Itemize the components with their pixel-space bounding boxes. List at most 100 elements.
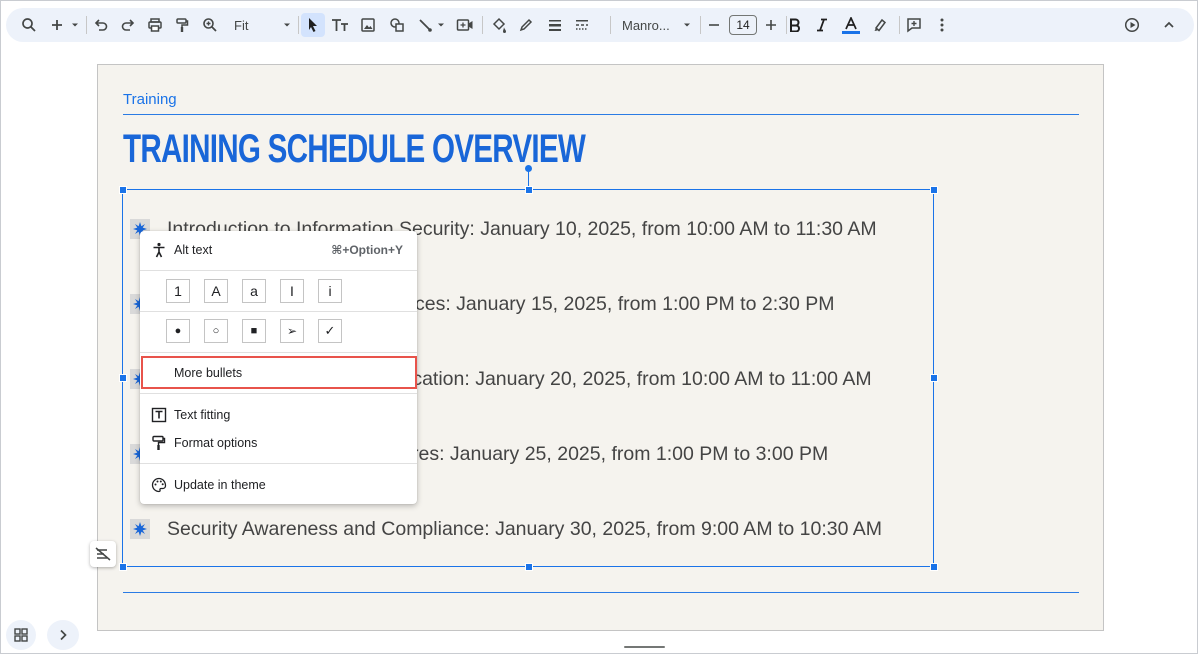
border-weight-button[interactable] <box>544 13 566 37</box>
bold-button[interactable] <box>784 13 806 37</box>
bullet-preset[interactable]: ○ <box>204 319 228 343</box>
resize-handle-top-right[interactable] <box>930 186 938 194</box>
fill-color-button[interactable] <box>488 13 510 37</box>
slide-kicker[interactable]: Training <box>123 91 177 108</box>
text-options-float-button[interactable] <box>90 541 116 567</box>
zoom-button[interactable] <box>199 13 221 37</box>
toolbar-separator <box>700 16 701 34</box>
rotate-handle[interactable] <box>525 165 532 172</box>
toolbar-separator <box>610 16 611 34</box>
print-button[interactable] <box>144 13 166 37</box>
slideshow-button[interactable] <box>1121 13 1143 37</box>
resize-handle-bottom-right[interactable] <box>930 563 938 571</box>
bullet-preset[interactable]: ✓ <box>318 319 342 343</box>
font-size-value: 14 <box>736 18 750 32</box>
strikethrough-text-icon <box>95 547 111 561</box>
menu-separator <box>140 352 417 353</box>
insert-video-button[interactable] <box>454 13 476 37</box>
font-family-select[interactable]: Manro... <box>618 13 694 37</box>
text-color-button[interactable] <box>839 13 863 37</box>
undo-button[interactable] <box>90 13 112 37</box>
add-comment-button[interactable] <box>903 13 925 37</box>
plus-icon <box>52 20 62 30</box>
font-size-input[interactable]: 14 <box>729 15 757 35</box>
speaker-notes-resize-handle[interactable] <box>624 646 665 648</box>
menu-item-more-bullets[interactable]: More bullets <box>140 360 417 386</box>
menu-item-label: Text fitting <box>174 408 231 422</box>
grid-view-button[interactable] <box>6 620 36 650</box>
menu-item-label: More bullets <box>174 366 243 380</box>
numbered-preset[interactable]: a <box>242 279 266 303</box>
numbered-preset[interactable]: i <box>318 279 342 303</box>
menu-item-shortcut: ⌘+Option+Y <box>331 243 403 257</box>
italic-button[interactable] <box>811 13 833 37</box>
text-fitting-icon <box>151 407 167 423</box>
expand-filmstrip-button[interactable] <box>47 620 79 650</box>
numbered-preset[interactable]: I <box>280 279 304 303</box>
resize-handle-right[interactable] <box>930 374 938 382</box>
resize-handle-top[interactable] <box>525 186 533 194</box>
plus-icon <box>766 20 776 30</box>
new-slide-button[interactable] <box>47 13 83 37</box>
menu-item-alt-text[interactable]: Alt text ⌘+Option+Y <box>140 237 417 263</box>
menu-separator <box>140 393 417 394</box>
decrease-font-size-button[interactable] <box>704 13 724 37</box>
menu-item-format-options[interactable]: Format options <box>140 430 417 456</box>
menu-separator <box>140 311 417 312</box>
resize-handle-left[interactable] <box>119 374 127 382</box>
border-color-button[interactable] <box>515 13 537 37</box>
increase-font-size-button[interactable] <box>761 13 781 37</box>
shape-button[interactable] <box>386 13 408 37</box>
line-button[interactable] <box>414 13 450 37</box>
search-menus-button[interactable] <box>18 13 40 37</box>
highlight-color-button[interactable] <box>869 13 891 37</box>
resize-handle-bottom-left[interactable] <box>119 563 127 571</box>
resize-handle-bottom[interactable] <box>525 563 533 571</box>
caret-down-icon <box>438 23 444 27</box>
chevron-right-icon <box>60 629 67 641</box>
bullet-preset[interactable]: ■ <box>242 319 266 343</box>
print-icon <box>148 18 162 32</box>
undo-icon <box>94 19 108 31</box>
bullet-list-presets: ● ○ ■ ➢ ✓ <box>166 319 342 343</box>
zoom-select[interactable]: Fit <box>230 13 296 37</box>
italic-icon <box>817 18 827 32</box>
menu-item-update-in-theme[interactable]: Update in theme <box>140 472 417 498</box>
text-box-button[interactable] <box>329 13 351 37</box>
redo-button[interactable] <box>117 13 139 37</box>
numbered-preset[interactable]: 1 <box>166 279 190 303</box>
toolbar-separator <box>482 16 483 34</box>
menu-item-label: Update in theme <box>174 478 266 492</box>
collapse-toolbar-button[interactable] <box>1158 13 1180 37</box>
resize-handle-top-left[interactable] <box>119 186 127 194</box>
highlighter-icon <box>874 18 887 32</box>
top-rule <box>123 114 1079 115</box>
bullet-preset[interactable]: ● <box>166 319 190 343</box>
redo-icon <box>121 19 135 31</box>
menu-separator <box>140 270 417 271</box>
numbered-list-presets: 1 A a I i <box>166 279 342 303</box>
pencil-icon <box>519 18 533 32</box>
insert-image-button[interactable] <box>357 13 379 37</box>
grid-icon <box>14 628 28 642</box>
play-circle-icon <box>1124 17 1140 33</box>
border-dash-button[interactable] <box>571 13 593 37</box>
minus-icon <box>709 24 719 26</box>
paint-roller-icon <box>176 18 189 32</box>
search-icon <box>22 18 36 32</box>
bullet-preset[interactable]: ➢ <box>280 319 304 343</box>
select-tool-button[interactable] <box>301 13 325 37</box>
paint-format-button[interactable] <box>171 13 193 37</box>
more-options-button[interactable] <box>932 13 952 37</box>
menu-item-text-fitting[interactable]: Text fitting <box>140 402 417 428</box>
caret-down-icon <box>284 23 290 27</box>
font-name: Manro... <box>622 17 670 33</box>
numbered-preset[interactable]: A <box>204 279 228 303</box>
menu-item-label: Alt text <box>174 243 213 257</box>
caret-down-icon <box>684 23 690 27</box>
border-dash-icon <box>576 20 588 30</box>
paint-bucket-icon <box>492 17 506 33</box>
video-plus-icon <box>456 19 473 31</box>
menu-separator <box>140 463 417 464</box>
slide-title[interactable]: TRAINING SCHEDULE OVERVIEW <box>123 127 586 172</box>
